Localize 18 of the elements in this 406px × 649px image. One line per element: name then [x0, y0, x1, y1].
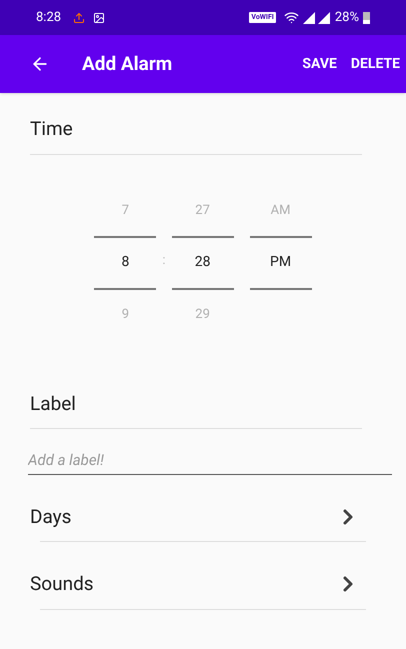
- upload-icon: [73, 12, 86, 24]
- picker-value[interactable]: 8: [121, 252, 130, 273]
- picker-value[interactable]: 28: [194, 252, 210, 273]
- wifi-icon: [284, 10, 299, 25]
- settings-row-label[interactable]: Sounds: [30, 570, 94, 598]
- toolbar-action[interactable]: DELETE: [350, 54, 400, 74]
- battery-level: 28%: [334, 8, 359, 27]
- settings-row-label[interactable]: Days: [30, 502, 72, 531]
- section-heading: Label: [30, 390, 76, 416]
- picker-value[interactable]: PM: [270, 252, 292, 273]
- battery-icon: [363, 11, 370, 24]
- status-time: 8:28: [36, 8, 62, 27]
- toolbar-action[interactable]: SAVE: [302, 54, 337, 74]
- signal-icon: [302, 12, 331, 24]
- section-heading: Time: [30, 116, 73, 142]
- image-icon: [93, 12, 106, 24]
- app-bar-title: Add Alarm: [82, 50, 172, 77]
- time-separator: :: [162, 252, 166, 270]
